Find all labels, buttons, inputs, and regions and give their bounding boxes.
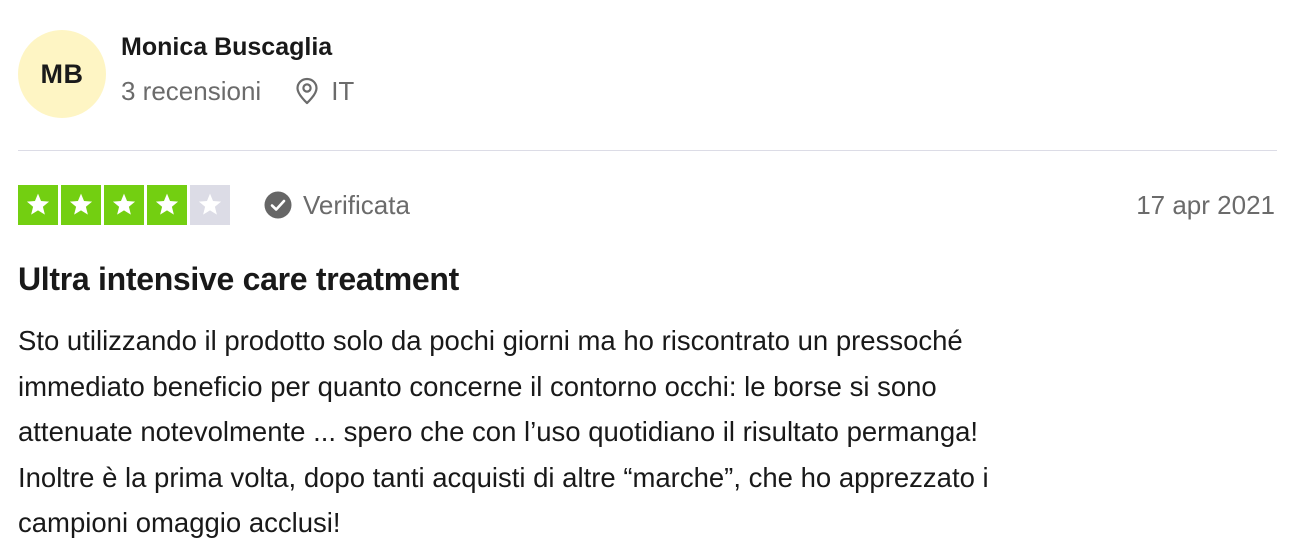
star-icon <box>155 193 179 215</box>
review-body: Sto utilizzando il prodotto solo da poch… <box>18 325 989 538</box>
review-title[interactable]: Ultra intensive care treatment <box>18 259 459 299</box>
location-pin-icon <box>295 77 319 105</box>
reviews-count: 3 recensioni <box>121 76 262 106</box>
star-filled <box>104 185 144 225</box>
star-icon <box>112 193 136 215</box>
verified-badge[interactable]: Verificata <box>264 190 410 221</box>
star-icon <box>69 193 93 215</box>
star-filled <box>147 185 187 225</box>
star-filled <box>18 185 58 225</box>
star-icon <box>198 193 222 215</box>
consumer-name[interactable]: Monica Buscaglia <box>121 32 354 62</box>
verified-label: Verificata <box>303 189 410 220</box>
star-rating <box>18 185 233 225</box>
star-icon <box>26 193 50 215</box>
check-circle-icon <box>264 191 292 219</box>
consumer-info: Monica Buscaglia 3 recensioni IT <box>121 33 354 106</box>
review-date: 17 apr 2021 <box>1136 189 1275 220</box>
star-empty <box>190 185 230 225</box>
consumer-country: IT <box>331 76 355 106</box>
review-rating-row: Verificata 17 apr 2021 <box>18 185 1275 225</box>
consumer-meta: 3 recensioni IT <box>121 76 354 106</box>
avatar[interactable]: MB <box>18 30 106 118</box>
divider <box>18 150 1277 151</box>
star-filled <box>61 185 101 225</box>
consumer-header: MB Monica Buscaglia 3 recensioni IT <box>18 30 354 118</box>
